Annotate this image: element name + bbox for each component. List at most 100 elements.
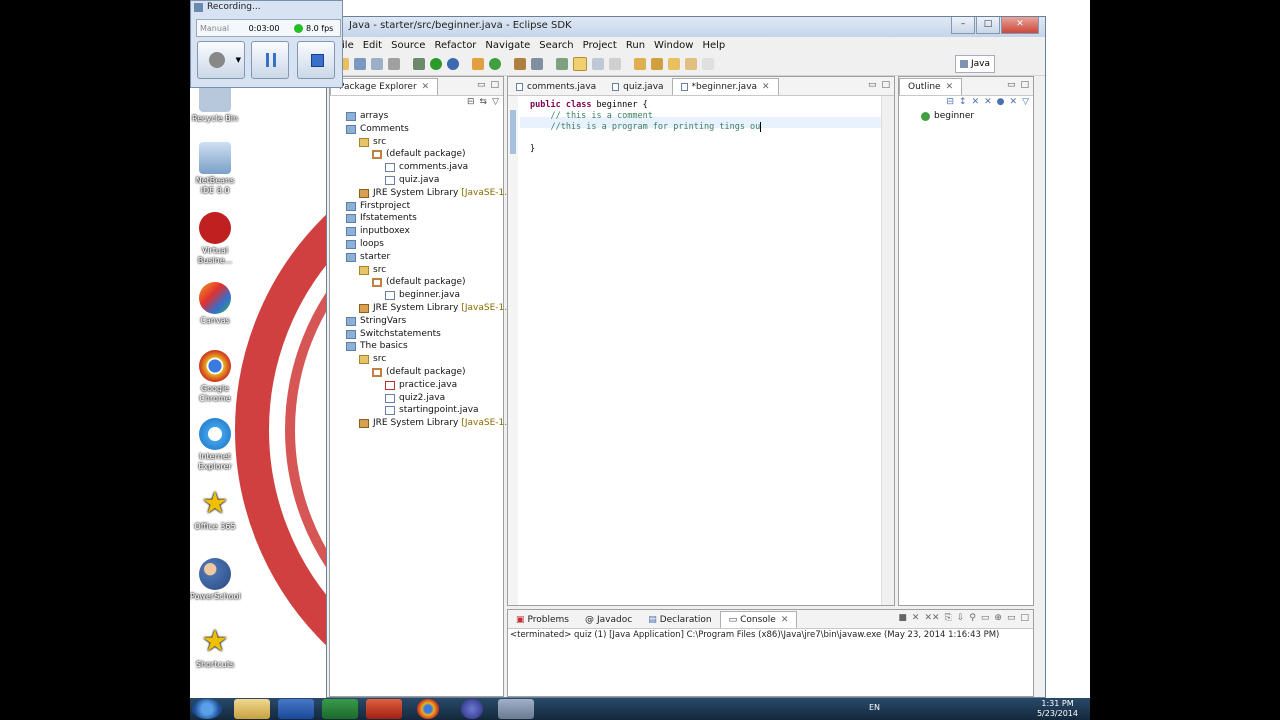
tree-item-jre[interactable]: JRE System Library [JavaSE-1.7] — [359, 302, 516, 315]
minimize-icon[interactable]: ▭ — [1007, 613, 1016, 623]
collapse-all-icon[interactable]: ⊟ — [467, 97, 475, 107]
code-line-3[interactable]: //this is a program for printing tings o… — [530, 122, 762, 133]
minimize-button[interactable]: – — [951, 17, 975, 34]
open-console-icon[interactable]: ⊕ — [994, 613, 1002, 623]
menu-edit[interactable]: Edit — [363, 40, 382, 51]
close-button[interactable]: ✕ — [1001, 17, 1039, 34]
language-indicator[interactable]: EN — [869, 703, 880, 712]
tab-beginner-java[interactable]: *beginner.java ✕ — [671, 78, 779, 95]
scroll-lock-icon[interactable]: ⇩ — [957, 613, 965, 623]
recorder-taskbar-icon[interactable] — [498, 699, 534, 719]
chrome-taskbar-icon[interactable] — [417, 699, 439, 719]
minimize-icon[interactable]: ▭ — [868, 80, 877, 90]
tree-item-folder[interactable]: arrays — [346, 110, 388, 123]
desktop-icon-shortcuts[interactable]: ★ Shortcuts — [190, 626, 240, 670]
next-annotation-icon[interactable] — [634, 58, 646, 70]
tree-item-folder[interactable]: Switchstatements — [346, 328, 441, 341]
pin-console-icon[interactable]: ⚲ — [969, 613, 976, 623]
toggle-breadcrumb-icon[interactable] — [556, 58, 568, 70]
tree-item-folder[interactable]: starter — [346, 251, 390, 264]
menu-project[interactable]: Project — [583, 40, 617, 51]
tree-item-folder[interactable]: Firstproject — [346, 200, 410, 213]
tab-package-explorer[interactable]: Package Explorer ✕ — [330, 78, 439, 95]
tree-item-pkg[interactable]: (default package) — [372, 148, 466, 161]
minimize-icon[interactable]: ▭ — [477, 80, 486, 90]
code-line-2[interactable]: // this is a comment — [530, 111, 652, 122]
tree-item-folder[interactable]: loops — [346, 238, 384, 251]
run-icon[interactable] — [430, 58, 442, 70]
tree-item-folder[interactable]: Comments — [346, 123, 409, 136]
word-taskbar-icon[interactable] — [278, 699, 314, 719]
tab-console[interactable]: ▭ Console ✕ — [719, 611, 798, 628]
desktop-icon-chrome[interactable]: Google Chrome — [190, 350, 240, 404]
save-icon[interactable] — [354, 58, 366, 70]
explorer-taskbar-icon[interactable] — [234, 699, 270, 719]
close-icon[interactable]: ✕ — [946, 79, 954, 95]
menu-source[interactable]: Source — [391, 40, 425, 51]
menu-window[interactable]: Window — [654, 40, 693, 51]
tree-item-src[interactable]: src — [359, 353, 386, 366]
start-button[interactable] — [192, 699, 222, 719]
maximize-icon[interactable]: □ — [1020, 613, 1029, 623]
system-clock[interactable]: 1:31 PM 5/23/2014 — [1037, 699, 1078, 719]
tree-item-folder[interactable]: inputboxex — [346, 225, 410, 238]
tab-outline[interactable]: Outline ✕ — [899, 78, 963, 95]
tree-item-jre[interactable]: JRE System Library [JavaSE-1.7] — [359, 417, 516, 430]
remove-all-icon[interactable]: ✕✕ — [924, 613, 939, 623]
mark-occurrences-icon[interactable] — [573, 57, 587, 71]
display-console-icon[interactable]: ▭ — [981, 613, 990, 623]
new-class-icon[interactable] — [489, 58, 501, 70]
excel-taskbar-icon[interactable] — [322, 699, 358, 719]
tree-item-pkg[interactable]: (default package) — [372, 366, 466, 379]
desktop-icon-canvas[interactable]: Canvas — [190, 282, 240, 326]
hide-static-icon[interactable]: ✕ — [984, 97, 992, 107]
save-all-icon[interactable] — [371, 58, 383, 70]
close-icon[interactable]: ✕ — [422, 79, 430, 95]
block-selection-icon[interactable] — [592, 58, 604, 70]
menu-help[interactable]: Help — [702, 40, 725, 51]
external-tools-icon[interactable] — [447, 58, 459, 70]
view-menu-icon[interactable]: ▽ — [1022, 97, 1029, 107]
eclipse-taskbar-icon[interactable] — [461, 699, 483, 719]
desktop-icon-netbeans[interactable]: NetBeans IDE 8.0 — [190, 142, 240, 196]
stop-button[interactable] — [297, 41, 335, 79]
code-line-1[interactable]: public class beginner { — [530, 100, 648, 111]
tree-item-folder[interactable]: The basics — [346, 340, 408, 353]
menu-refactor[interactable]: Refactor — [434, 40, 476, 51]
record-button[interactable]: ▼ — [197, 41, 245, 79]
back-icon[interactable] — [685, 58, 697, 70]
last-edit-location-icon[interactable] — [668, 58, 680, 70]
desktop-icon-virtual-business[interactable]: Virtual Busine... — [190, 212, 240, 266]
tab-problems[interactable]: ▣ Problems — [508, 612, 577, 628]
prev-annotation-icon[interactable] — [651, 58, 663, 70]
powerpoint-taskbar-icon[interactable] — [366, 699, 402, 719]
search-icon[interactable] — [531, 58, 543, 70]
tree-item-pkg[interactable]: (default package) — [372, 276, 466, 289]
tree-item-folder[interactable]: Ifstatements — [346, 212, 417, 225]
hide-nonpublic-icon[interactable]: ● — [997, 97, 1005, 107]
tree-item-src[interactable]: src — [359, 264, 386, 277]
tree-item-file[interactable]: comments.java — [385, 161, 468, 174]
perspective-java[interactable]: Java — [954, 55, 995, 73]
desktop-icon-office[interactable]: ★ Office 365 — [190, 488, 240, 532]
tab-declaration[interactable]: ▤ Declaration — [640, 612, 719, 628]
recorder-preset[interactable]: Manual — [197, 24, 240, 33]
print-icon[interactable] — [388, 58, 400, 70]
desktop-icon-ie[interactable]: Internet Explorer — [190, 418, 240, 472]
tab-comments-java[interactable]: comments.java — [508, 79, 604, 95]
minimize-icon[interactable]: ▭ — [1007, 80, 1016, 90]
outline-item-beginner[interactable]: beginner — [921, 110, 974, 123]
close-icon[interactable]: ✕ — [781, 612, 789, 628]
hide-fields-icon[interactable]: ✕ — [972, 97, 980, 107]
forward-icon[interactable] — [702, 58, 714, 70]
collapse-all-icon[interactable]: ⊟ — [946, 97, 954, 107]
tab-javadoc[interactable]: @ Javadoc — [577, 612, 640, 628]
tree-item-err[interactable]: practice.java — [385, 379, 457, 392]
tree-item-file[interactable]: quiz.java — [385, 174, 439, 187]
tree-item-file[interactable]: beginner.java — [385, 289, 460, 302]
view-menu-icon[interactable]: ▽ — [492, 97, 499, 107]
editor-scrollbar[interactable] — [881, 96, 894, 605]
code-line-5[interactable]: } — [530, 144, 535, 155]
terminate-icon[interactable]: ■ — [898, 613, 907, 623]
desktop-icon-powerschool[interactable]: PowerSchool — [190, 558, 241, 602]
